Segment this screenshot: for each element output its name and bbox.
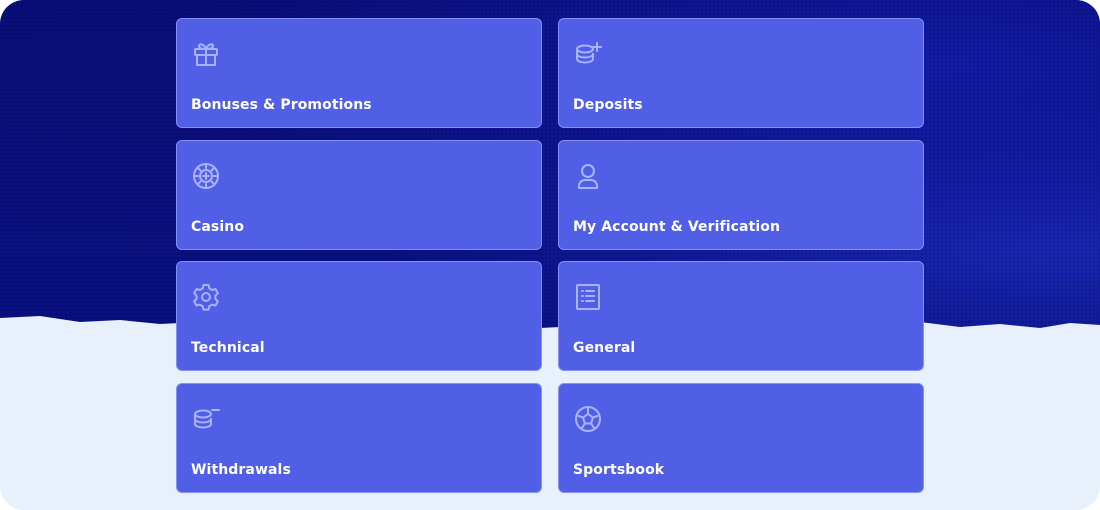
list-document-icon	[573, 282, 603, 312]
category-card-bonuses-promotions[interactable]: Bonuses & Promotions	[176, 18, 542, 128]
category-label: Casino	[191, 218, 245, 235]
category-label: Technical	[191, 340, 265, 356]
category-label: General	[573, 340, 636, 356]
casino-chip-icon	[191, 161, 221, 191]
category-label: My Account & Verification	[573, 218, 781, 235]
category-card-my-account-verification[interactable]: My Account & Verification	[558, 139, 924, 250]
category-label: Withdrawals	[191, 461, 291, 478]
category-card-casino[interactable]: Casino	[176, 139, 542, 250]
help-center-categories: Bonuses & Promotions Deposits Casino My …	[0, 0, 1100, 510]
category-label: Sportsbook	[573, 461, 665, 478]
category-card-general[interactable]: General	[558, 261, 924, 371]
category-card-withdrawals[interactable]: Withdrawals	[176, 382, 542, 493]
category-card-technical[interactable]: Technical	[176, 261, 542, 371]
user-icon	[573, 161, 603, 191]
category-card-sportsbook[interactable]: Sportsbook	[558, 382, 924, 493]
coins-add-icon	[573, 39, 603, 69]
category-label: Bonuses & Promotions	[191, 97, 372, 113]
category-grid: Bonuses & Promotions Deposits Casino My …	[176, 18, 924, 493]
category-card-deposits[interactable]: Deposits	[558, 18, 924, 128]
gear-icon	[191, 282, 221, 312]
category-label: Deposits	[573, 97, 643, 113]
soccer-ball-icon	[573, 404, 603, 434]
gift-icon	[191, 39, 221, 69]
coins-remove-icon	[191, 404, 221, 434]
